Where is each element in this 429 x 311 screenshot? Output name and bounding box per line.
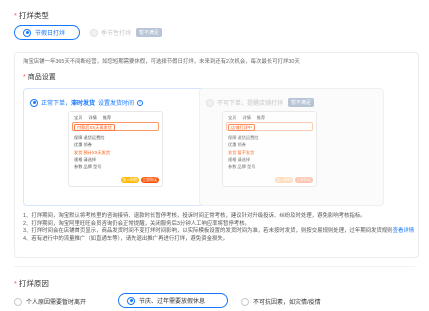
preview-row: 规格 请选择	[228, 157, 251, 162]
preview-tab: 推荐	[256, 115, 266, 120]
radio-checked-icon[interactable]	[30, 98, 38, 107]
radio-checked-icon	[23, 28, 31, 37]
preview-coupon: 优惠 领券	[228, 142, 246, 147]
normal-order-header: 正常下单，滞时发货 设置发货时间 ?	[30, 98, 144, 107]
radio-checked-icon	[127, 296, 135, 305]
preview-tab: 推荐	[102, 115, 112, 120]
reason-option-personal[interactable]: 个人原因需要暂时离开	[14, 297, 86, 306]
required-mark: *	[23, 74, 26, 81]
phone-preview-closed: 宝贝 详情 推荐 店铺打烊中 保障 退货运费险 优惠 领券 发货 暂不发货 规格 请…	[222, 111, 317, 187]
seasonal-closure-label: 季节性打烊	[101, 31, 132, 37]
reason-option-force-majeure[interactable]: 不可抗因素，如灾情/疫情	[241, 297, 321, 306]
preview-tab: 详情	[88, 115, 97, 120]
set-shipping-time-link[interactable]: 设置发货时间	[98, 98, 134, 107]
delayed-shipping-label: 滞时发货	[71, 101, 96, 107]
required-mark: *	[14, 279, 17, 288]
seasonal-closure-option[interactable]: 季节性打烊 暂不满足	[90, 28, 163, 37]
preview-tag: 店铺打烊中	[228, 124, 255, 131]
preview-tabs: 宝贝 详情 推荐	[228, 115, 311, 121]
preview-guarantee: 保障 退货运费险	[228, 135, 259, 140]
shop-closure-form: * 打烊类型 节假日打烊 季节性打烊 暂不满足 淘宝店铺一年365天不间断经营，如…	[0, 0, 429, 311]
preview-product-name: 店铺打烊中	[228, 124, 311, 131]
preview-row: 参数 品牌 型号	[74, 164, 102, 169]
required-mark: *	[14, 11, 17, 20]
preview-tabs: 宝贝 详情 推荐	[74, 115, 157, 121]
reason-label: 不可抗因素，如灾情/疫情	[253, 300, 321, 306]
holiday-closure-option[interactable]: 节假日打烊	[14, 25, 80, 40]
closure-reason-title: * 打烊原因	[14, 278, 49, 289]
note-item: 4、若有进行中的流量推广（如直通车等），请先退出推广再进行打烊，避免资金损失。	[23, 235, 229, 242]
radio-unchecked-icon	[14, 297, 22, 306]
preview-coupon: 优惠 领券	[74, 142, 92, 147]
view-details-link[interactable]: 查看详情	[393, 228, 415, 234]
closure-type-label: 打烊类型	[18, 11, 49, 20]
preview-guarantee: 保障 退货运费险	[74, 135, 105, 140]
divider	[14, 266, 415, 267]
radio-disabled-icon	[90, 28, 98, 37]
preview-buy-button: 立即购买	[295, 177, 313, 183]
phone-preview-normal: 宝贝 详情 推荐 付款后XX天再发货 保障 退货运费险 优惠 领券 发货 预计XX天…	[68, 111, 163, 187]
preview-tab: 宝贝	[228, 115, 237, 120]
preview-tab: 宝贝	[74, 115, 83, 120]
preview-row: 参数 品牌 型号	[228, 164, 256, 169]
preview-tag: 付款后XX天再发货	[74, 124, 115, 131]
note-text: 3、打烊时间会在店铺首页显示，商品发货时间不变打烊时间影响，以实际模板设置的发货…	[23, 228, 393, 235]
radio-disabled-icon	[206, 98, 214, 107]
note-item: 3、打烊时间会在店铺首页显示，商品发货时间不变打烊时间影响，以实际模板设置的发货…	[23, 228, 415, 236]
radio-unchecked-icon	[241, 297, 249, 306]
closure-description: 淘宝店铺一年365天不间断经营，如您短期需要休假，可选择节假日打烊，未来到还有2…	[23, 59, 300, 65]
closed-order-card: 不可下单，提醒店铺打烊 暂不满足 宝贝 详情 推荐 店铺打烊中 保障 退货运费险 优…	[199, 88, 384, 206]
reason-option-holiday[interactable]: 节庆、过年需要放假休息	[118, 293, 228, 308]
preview-row: 发货 暂不发货	[228, 150, 255, 155]
preview-add-cart-button: 加入购物车	[121, 177, 139, 187]
goods-settings-label: 商品设置	[27, 74, 56, 81]
normal-order-card[interactable]: 正常下单，滞时发货 设置发货时间 ? 宝贝 详情 推荐 付款后XX天再发货 保障 退…	[23, 88, 208, 206]
unavailable-badge: 暂不满足	[136, 28, 163, 37]
reason-label: 个人原因需要暂时离开	[26, 300, 87, 306]
closure-notes: 1、打烊期间，淘宝默认将考核里的咨询接待、退款时长暂停考核，投诉时间正常考核，建…	[23, 213, 415, 243]
closed-order-header: 不可下单，提醒店铺打烊 暂不满足	[206, 98, 315, 107]
preview-product-name: 付款后XX天再发货	[74, 124, 157, 131]
unavailable-badge: 暂不满足	[288, 98, 315, 107]
closure-type-title: * 打烊类型	[14, 10, 49, 21]
reason-label: 节庆、过年需要放假休息	[139, 299, 206, 305]
preview-row: 规格 请选择	[74, 157, 97, 162]
preview-add-cart-button: 加入购物车	[275, 177, 293, 187]
preview-buy-button: 立即购买	[141, 177, 159, 183]
preview-tab: 详情	[242, 115, 251, 120]
preview-row: 发货 预计XX天发货	[74, 150, 111, 155]
goods-settings-title: * 商品设置	[23, 72, 56, 82]
help-icon[interactable]: ?	[137, 99, 144, 106]
note-item: 1、打烊期间，淘宝默认将考核里的咨询接待、退款时长暂停考核，投诉时间正常考核，建…	[23, 213, 366, 219]
closure-reason-label: 打烊原因	[18, 279, 49, 288]
closed-order-label: 不可下单，提醒店铺打烊	[217, 101, 284, 107]
normal-order-label: 正常下单，	[41, 101, 72, 107]
holiday-closure-label: 节假日打烊	[35, 31, 66, 37]
